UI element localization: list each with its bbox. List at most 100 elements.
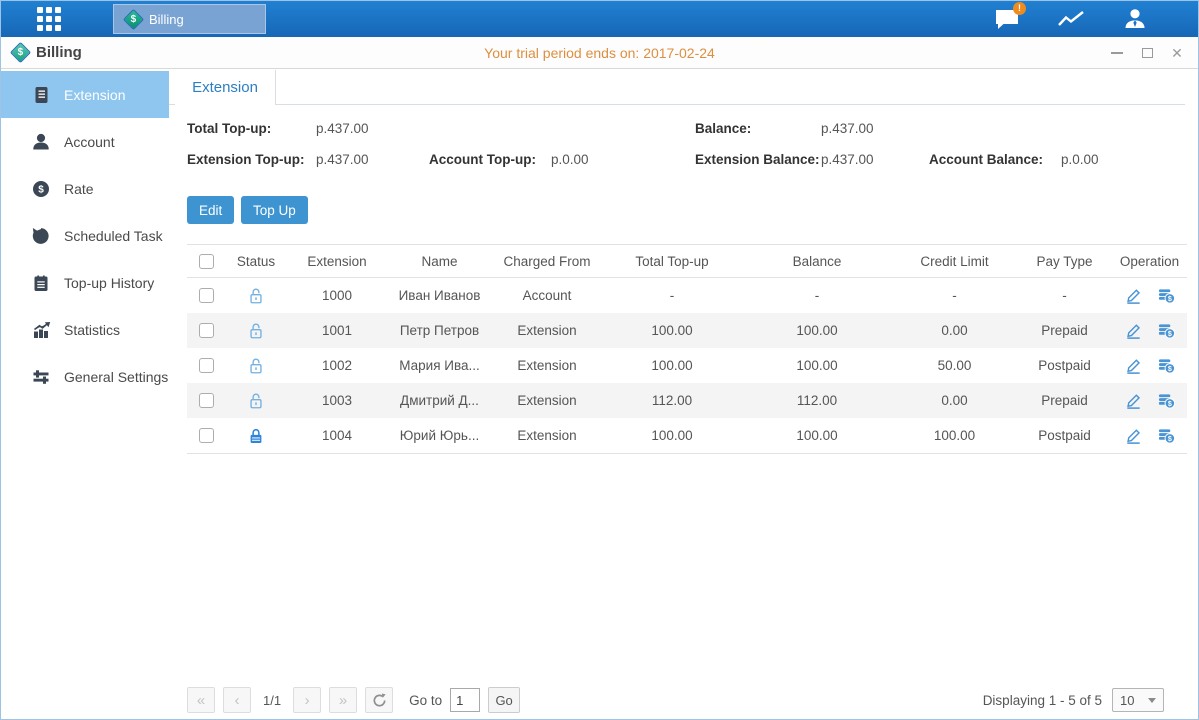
maximize-button[interactable] bbox=[1140, 46, 1154, 60]
row-credit-limit: 0.00 bbox=[892, 393, 1017, 408]
page-size-select[interactable]: 10 bbox=[1112, 688, 1164, 712]
edit-row-icon[interactable] bbox=[1124, 286, 1143, 305]
prev-page-button[interactable]: ‹ bbox=[223, 687, 251, 713]
row-total-topup: - bbox=[602, 288, 742, 303]
row-extension: 1004 bbox=[287, 428, 387, 443]
user-account-icon[interactable] bbox=[1120, 6, 1150, 32]
resource-monitor-icon[interactable] bbox=[1056, 6, 1086, 32]
row-extension: 1002 bbox=[287, 358, 387, 373]
row-total-topup: 100.00 bbox=[602, 323, 742, 338]
extension-balance-value: p.437.00 bbox=[821, 152, 874, 167]
row-charged-from: Extension bbox=[492, 323, 602, 338]
sidebar-item-scheduled-task[interactable]: Scheduled Task bbox=[1, 212, 169, 259]
goto-page-input[interactable] bbox=[450, 688, 480, 712]
row-pay-type: Postpaid bbox=[1017, 358, 1112, 373]
table-row: 1001 Петр Петров Extension 100.00 100.00… bbox=[187, 313, 1187, 348]
top-up-row-icon[interactable]: $ bbox=[1157, 391, 1176, 410]
top-navbar: $ Billing ! bbox=[1, 1, 1198, 37]
sidebar-item-general-settings[interactable]: General Settings bbox=[1, 353, 169, 400]
balance-label: Balance: bbox=[695, 121, 751, 136]
row-checkbox[interactable] bbox=[199, 428, 214, 443]
row-checkbox[interactable] bbox=[199, 288, 214, 303]
statistics-icon bbox=[31, 320, 51, 340]
unlocked-status-icon[interactable] bbox=[247, 322, 265, 340]
minimize-button[interactable] bbox=[1110, 46, 1124, 60]
balance-value: p.437.00 bbox=[821, 121, 874, 136]
tab-extension[interactable]: Extension bbox=[175, 70, 276, 105]
table-row: 1003 Дмитрий Д... Extension 112.00 112.0… bbox=[187, 383, 1187, 418]
last-page-button[interactable]: » bbox=[329, 687, 357, 713]
col-pay-type: Pay Type bbox=[1017, 254, 1112, 269]
top-up-row-icon[interactable]: $ bbox=[1157, 321, 1176, 340]
go-button[interactable]: Go bbox=[488, 687, 520, 713]
top-up-button[interactable]: Top Up bbox=[241, 196, 308, 224]
account-balance-value: p.0.00 bbox=[1061, 152, 1099, 167]
unlocked-status-icon[interactable] bbox=[247, 287, 265, 305]
sidebar-label: Top-up History bbox=[64, 275, 154, 291]
row-extension: 1003 bbox=[287, 393, 387, 408]
col-charged-from: Charged From bbox=[492, 254, 602, 269]
close-button[interactable]: ✕ bbox=[1170, 46, 1184, 60]
row-balance: 100.00 bbox=[742, 323, 892, 338]
sidebar-nav: Extension Account $ Rate bbox=[1, 69, 169, 719]
refresh-icon bbox=[372, 693, 387, 708]
window-titlebar: $ Billing Your trial period ends on: 201… bbox=[1, 37, 1198, 69]
row-pay-type: Postpaid bbox=[1017, 428, 1112, 443]
extension-balance-label: Extension Balance: bbox=[695, 152, 820, 167]
edit-row-icon[interactable] bbox=[1124, 426, 1143, 445]
pagination-summary: Displaying 1 - 5 of 5 10 bbox=[983, 686, 1164, 714]
sidebar-item-account[interactable]: Account bbox=[1, 118, 169, 165]
sidebar-item-statistics[interactable]: Statistics bbox=[1, 306, 169, 353]
top-up-row-icon[interactable]: $ bbox=[1157, 356, 1176, 375]
sidebar-item-topup-history[interactable]: Top-up History bbox=[1, 259, 169, 306]
row-charged-from: Extension bbox=[492, 428, 602, 443]
refresh-button[interactable] bbox=[365, 687, 393, 713]
svg-text:$: $ bbox=[1167, 295, 1171, 303]
row-checkbox[interactable] bbox=[199, 358, 214, 373]
locked-status-icon[interactable] bbox=[247, 427, 265, 445]
account-topup-value: p.0.00 bbox=[551, 152, 589, 167]
svg-text:$: $ bbox=[1167, 365, 1171, 373]
svg-text:$: $ bbox=[38, 184, 44, 195]
svg-text:$: $ bbox=[1167, 435, 1171, 443]
next-page-button[interactable]: › bbox=[293, 687, 321, 713]
top-up-row-icon[interactable]: $ bbox=[1157, 426, 1176, 445]
extension-topup-label: Extension Top-up: bbox=[187, 152, 305, 167]
sidebar-item-rate[interactable]: $ Rate bbox=[1, 165, 169, 212]
row-pay-type: Prepaid bbox=[1017, 393, 1112, 408]
top-up-row-icon[interactable]: $ bbox=[1157, 286, 1176, 305]
first-page-button[interactable]: « bbox=[187, 687, 215, 713]
apps-grid-icon[interactable] bbox=[37, 7, 61, 31]
unlocked-status-icon[interactable] bbox=[247, 392, 265, 410]
edit-row-icon[interactable] bbox=[1124, 356, 1143, 375]
row-name: Дмитрий Д... bbox=[387, 393, 492, 408]
select-all-checkbox[interactable] bbox=[199, 254, 214, 269]
sidebar-item-extension[interactable]: Extension bbox=[1, 71, 169, 118]
sidebar-label: Scheduled Task bbox=[64, 228, 163, 244]
notifications-icon[interactable]: ! bbox=[992, 6, 1022, 32]
edit-row-icon[interactable] bbox=[1124, 321, 1143, 340]
rate-icon: $ bbox=[31, 179, 51, 199]
total-topup-label: Total Top-up: bbox=[187, 121, 271, 136]
tab-bar: Extension bbox=[169, 69, 1185, 105]
extensions-table: Status Extension Name Charged From Total… bbox=[187, 244, 1187, 454]
col-operation: Operation bbox=[1112, 254, 1187, 269]
row-checkbox[interactable] bbox=[199, 323, 214, 338]
edit-button[interactable]: Edit bbox=[187, 196, 234, 224]
row-charged-from: Extension bbox=[492, 393, 602, 408]
notification-badge: ! bbox=[1013, 2, 1026, 15]
window-title: Billing bbox=[36, 44, 82, 61]
col-status: Status bbox=[225, 254, 287, 269]
row-balance: - bbox=[742, 288, 892, 303]
unlocked-status-icon[interactable] bbox=[247, 357, 265, 375]
edit-row-icon[interactable] bbox=[1124, 391, 1143, 410]
row-checkbox[interactable] bbox=[199, 393, 214, 408]
taskbar-billing-tab[interactable]: $ Billing bbox=[113, 4, 266, 34]
taskbar-tab-label: Billing bbox=[149, 12, 184, 27]
page-indicator: 1/1 bbox=[263, 693, 281, 708]
sidebar-label: Account bbox=[64, 134, 115, 150]
svg-text:$: $ bbox=[1167, 400, 1171, 408]
table-header: Status Extension Name Charged From Total… bbox=[187, 244, 1187, 278]
table-row: 1000 Иван Иванов Account - - - - bbox=[187, 278, 1187, 313]
sidebar-label: Rate bbox=[64, 181, 94, 197]
